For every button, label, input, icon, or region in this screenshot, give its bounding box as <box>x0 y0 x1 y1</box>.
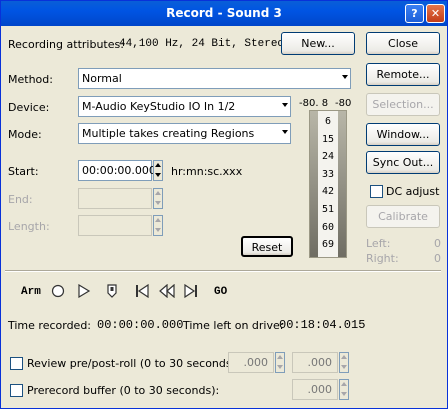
prerecord-buffer-checkbox[interactable] <box>10 384 23 397</box>
drop-marker-button[interactable] <box>106 284 118 301</box>
left-peak-readout: -80. 8 <box>299 98 329 109</box>
device-label: Device: <box>8 101 50 114</box>
method-dropdown[interactable]: Normal <box>78 68 351 89</box>
dc-adjust-label: DC adjust <box>386 185 440 198</box>
length-spinner <box>153 215 163 236</box>
close-window-button[interactable]: ✕ <box>426 4 445 23</box>
length-label: Length: <box>8 220 50 233</box>
separator <box>5 270 441 272</box>
sync-out-button[interactable]: Sync Out... <box>366 151 440 174</box>
meter-tick: 24 <box>321 151 335 162</box>
window-button[interactable]: Window... <box>366 123 440 146</box>
meter-tick: 6 <box>324 116 332 127</box>
prerecord-spinner <box>339 379 349 400</box>
mode-label: Mode: <box>8 128 42 141</box>
meter-tick: 15 <box>321 134 335 145</box>
end-spinner <box>153 188 163 209</box>
go-to-start-button[interactable] <box>135 283 149 301</box>
chevron-down-icon <box>342 75 348 79</box>
remote-button[interactable]: Remote... <box>366 63 440 86</box>
go-button[interactable]: GO <box>214 286 227 298</box>
selection-button: Selection... <box>366 93 440 116</box>
device-dropdown[interactable]: M-Audio KeyStudio IO In 1/2 <box>78 96 291 117</box>
chevron-down-icon <box>282 103 288 107</box>
play-icon <box>78 283 91 299</box>
meter-tick: 51 <box>321 204 335 215</box>
recording-attributes-label: Recording attributes: <box>8 38 124 51</box>
record-icon <box>51 284 65 298</box>
mode-dropdown[interactable]: Multiple takes creating Regions <box>78 123 291 144</box>
time-recorded-value: 00:00:00.000 <box>97 318 184 332</box>
prerecord-buffer-label: Prerecord buffer (0 to 30 seconds): <box>27 384 220 397</box>
window-title: Record - Sound 3 <box>166 6 282 20</box>
meter-tick: 33 <box>321 169 335 180</box>
calibrate-button: Calibrate <box>366 205 440 228</box>
rewind-button[interactable] <box>159 283 175 301</box>
preroll-input: .000 <box>228 352 274 373</box>
left-level-label: Left: <box>366 237 391 250</box>
end-label: End: <box>8 193 33 206</box>
play-button[interactable] <box>77 283 91 301</box>
record-dialog: Record - Sound 3 ? ✕ Recording attribute… <box>0 0 448 409</box>
length-input <box>78 215 152 236</box>
recording-attributes-value: 44,100 Hz, 24 Bit, Stereo <box>119 38 285 50</box>
reset-button[interactable]: Reset <box>241 236 293 257</box>
method-value: Normal <box>82 72 122 85</box>
right-level-label: Right: <box>366 252 399 265</box>
record-button[interactable] <box>51 284 65 301</box>
skip-start-icon <box>136 283 149 299</box>
time-format-label: hr:mn:sc.xxx <box>171 165 243 178</box>
prerecord-input: .000 <box>292 379 338 400</box>
review-preroll-checkbox[interactable] <box>10 357 23 370</box>
preroll-spinner <box>275 352 285 373</box>
start-input[interactable]: 00:00:00.000 <box>78 160 156 181</box>
help-button[interactable]: ? <box>405 4 424 23</box>
time-recorded-label: Time recorded: <box>8 319 92 332</box>
right-level-value: 0 <box>434 252 441 265</box>
close-button[interactable]: Close <box>366 32 440 55</box>
chevron-down-icon <box>282 130 288 134</box>
device-value: M-Audio KeyStudio IO In 1/2 <box>82 100 236 113</box>
title-bar: Record - Sound 3 ? ✕ <box>1 1 447 26</box>
meter-tick: 42 <box>321 186 335 197</box>
meter-tick: 69 <box>321 239 335 250</box>
go-to-end-button[interactable] <box>184 283 198 301</box>
skip-end-icon <box>184 283 197 299</box>
new-button[interactable]: New... <box>281 32 355 55</box>
arm-button[interactable]: Arm <box>21 286 41 298</box>
marker-icon <box>107 284 117 298</box>
dc-adjust-checkbox[interactable] <box>370 185 383 198</box>
time-left-label: Time left on drive: <box>183 319 284 332</box>
time-left-value: 00:18:04.015 <box>279 318 366 332</box>
meter-tick: 60 <box>321 222 335 233</box>
start-spinner[interactable] <box>153 160 163 181</box>
postroll-spinner <box>339 352 349 373</box>
end-input <box>78 188 152 209</box>
rewind-icon <box>159 283 175 299</box>
method-label: Method: <box>8 73 53 86</box>
review-preroll-label: Review pre/post-roll (0 to 30 seconds): <box>27 357 240 370</box>
start-label: Start: <box>8 165 39 178</box>
postroll-input: .000 <box>292 352 338 373</box>
left-level-value: 0 <box>434 237 441 250</box>
right-peak-readout: -80 <box>335 98 352 109</box>
level-meter: 6 15 24 33 42 51 60 69 <box>309 110 347 258</box>
mode-value: Multiple takes creating Regions <box>82 127 255 140</box>
